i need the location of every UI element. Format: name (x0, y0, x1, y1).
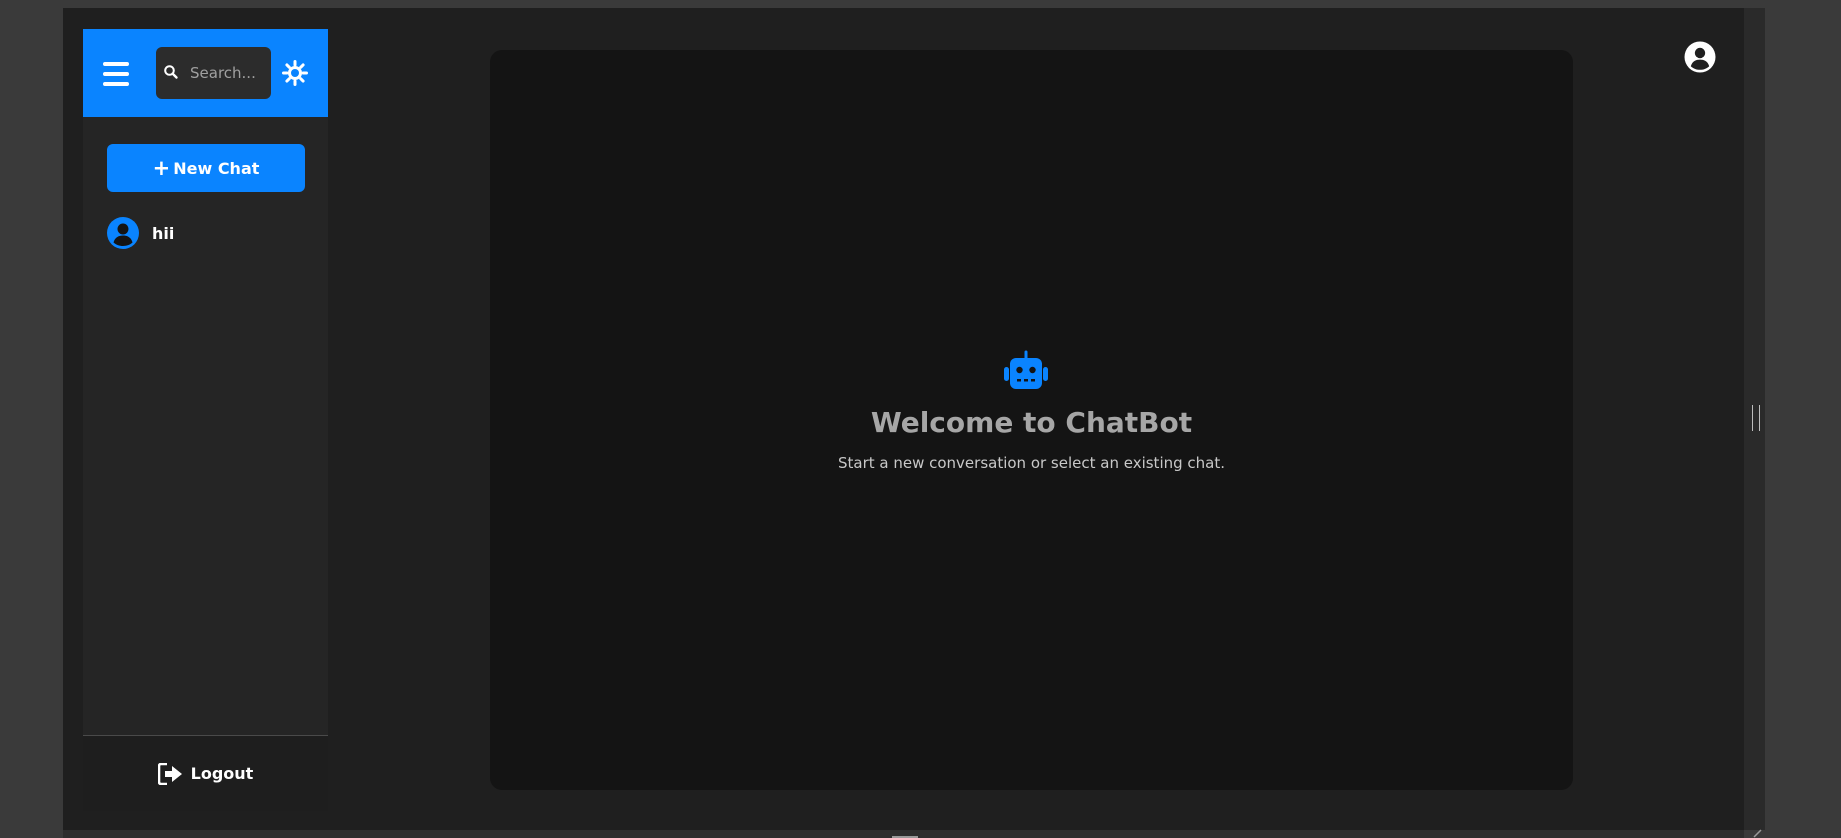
sun-icon[interactable] (281, 59, 309, 87)
chat-item-label: hii (152, 223, 175, 243)
robot-icon (1003, 350, 1048, 389)
sidebar: + New Chat hii Logout (83, 29, 328, 811)
profile-icon[interactable] (1684, 41, 1716, 73)
new-chat-label: New Chat (173, 158, 260, 178)
plus-icon: + (152, 155, 171, 180)
resize-handle[interactable] (1752, 405, 1760, 431)
search-input[interactable] (190, 47, 268, 99)
user-circle-icon (107, 217, 139, 249)
menu-button[interactable] (103, 62, 129, 86)
menu-bar (103, 82, 129, 86)
welcome-title: Welcome to ChatBot (870, 406, 1193, 439)
logout-button[interactable]: Logout (83, 736, 328, 811)
sidebar-header (83, 29, 328, 117)
sign-out-icon (157, 762, 182, 785)
menu-bar (103, 72, 129, 76)
menu-bar (103, 62, 129, 66)
chat-list-item[interactable]: hii (107, 216, 305, 250)
app-window: + New Chat hii Logout (63, 8, 1744, 830)
logout-label: Logout (190, 764, 254, 783)
new-chat-button[interactable]: + New Chat (107, 144, 305, 192)
welcome-screen: Welcome to ChatBot Start a new conversat… (490, 350, 1573, 472)
search-box[interactable] (156, 47, 271, 99)
corner-resize-grip[interactable] (1752, 828, 1762, 838)
sidebar-footer: Logout (83, 735, 328, 811)
chat-main-panel: Welcome to ChatBot Start a new conversat… (490, 50, 1573, 790)
search-icon (164, 65, 178, 79)
welcome-subtitle: Start a new conversation or select an ex… (837, 453, 1226, 472)
